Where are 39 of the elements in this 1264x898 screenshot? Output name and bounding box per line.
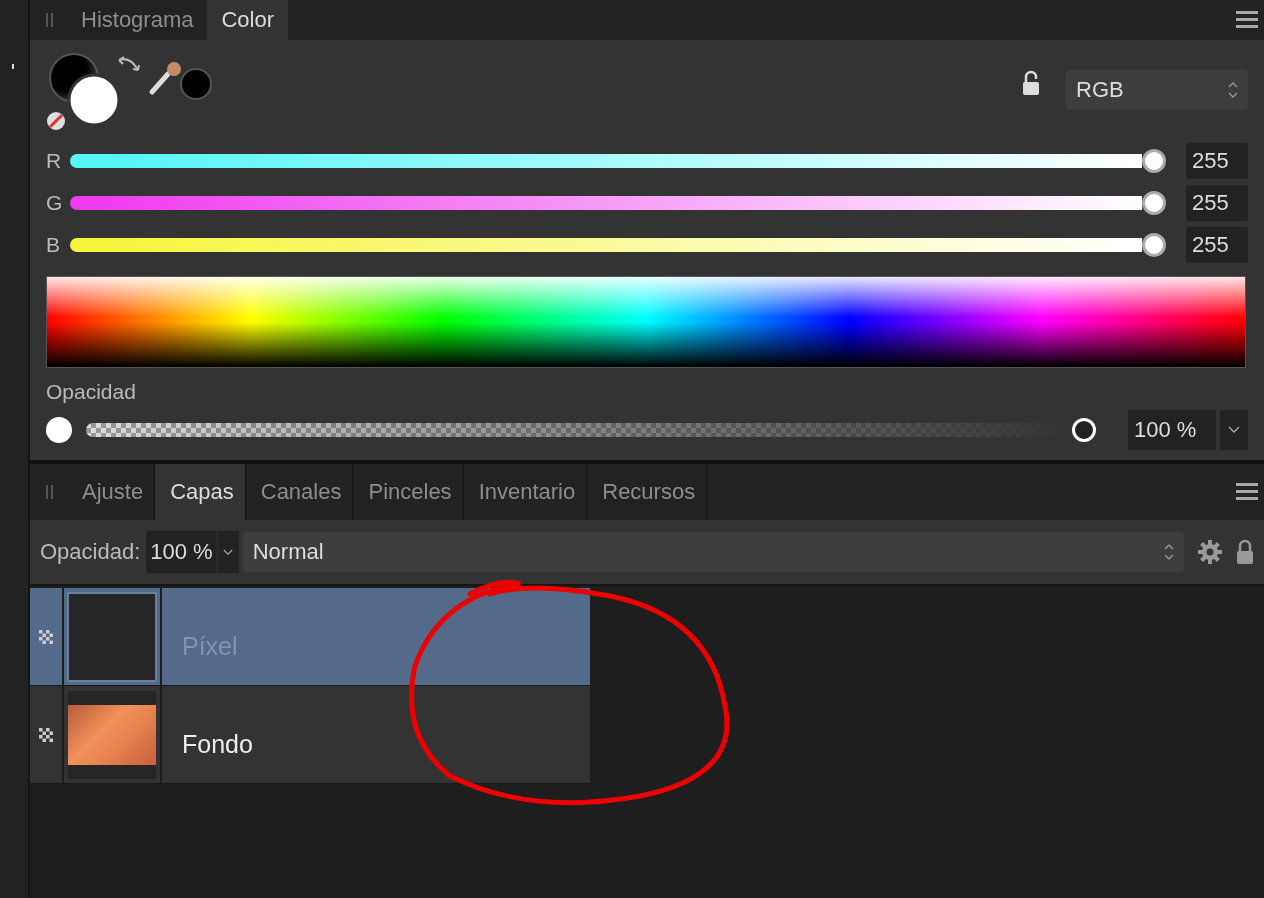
color-spectrum[interactable] — [46, 276, 1246, 368]
layer-name: Fondo — [182, 730, 253, 759]
channel-value-field[interactable]: 255 — [1186, 227, 1248, 263]
opacity-swatch — [46, 417, 72, 443]
slider-track[interactable] — [70, 196, 1142, 210]
lock-icon[interactable] — [1236, 539, 1254, 565]
updown-icon — [1228, 80, 1238, 100]
slider-track[interactable] — [70, 154, 1142, 168]
checker-icon[interactable] — [39, 727, 53, 742]
blend-mode-select[interactable]: Normal — [242, 532, 1184, 572]
slider-thumb[interactable] — [1142, 149, 1166, 173]
channel-label: B — [46, 233, 61, 257]
color-model-select[interactable]: RGB — [1066, 70, 1248, 110]
channel-label: G — [46, 191, 64, 215]
layer-row[interactable]: Fondo — [30, 686, 590, 784]
lock-icon[interactable] — [1022, 70, 1040, 96]
settings-icon[interactable] — [1198, 540, 1222, 564]
chevron-down-icon — [223, 548, 234, 556]
channel-value-field[interactable]: 255 — [1186, 185, 1248, 221]
updown-icon — [1164, 542, 1174, 562]
opacity-value-field[interactable]: 100 % — [146, 531, 217, 573]
slider-thumb[interactable] — [1142, 191, 1166, 215]
channel-label: R — [46, 149, 63, 173]
panel-tab[interactable]: Capas — [155, 464, 246, 520]
opacity-label: Opacidad — [46, 380, 137, 404]
opacity-label: Opacidad: — [40, 539, 141, 565]
opacity-value-field[interactable]: 100 % — [1128, 410, 1216, 450]
picked-color-swatch[interactable] — [180, 68, 212, 100]
eyedropper-icon[interactable] — [148, 60, 184, 96]
checker-icon[interactable] — [39, 629, 53, 644]
channel-value-field[interactable]: 255 — [1186, 143, 1248, 179]
panel-tab[interactable]: Histograma — [67, 0, 208, 40]
slider-thumb[interactable] — [1142, 233, 1166, 257]
menu-icon[interactable] — [1236, 483, 1258, 501]
menu-icon[interactable] — [1236, 11, 1258, 29]
panel-tab[interactable]: Color — [207, 0, 289, 40]
slider-track[interactable] — [70, 238, 1142, 252]
tick-mark — [12, 64, 14, 69]
chevron-down-icon — [1228, 426, 1240, 434]
